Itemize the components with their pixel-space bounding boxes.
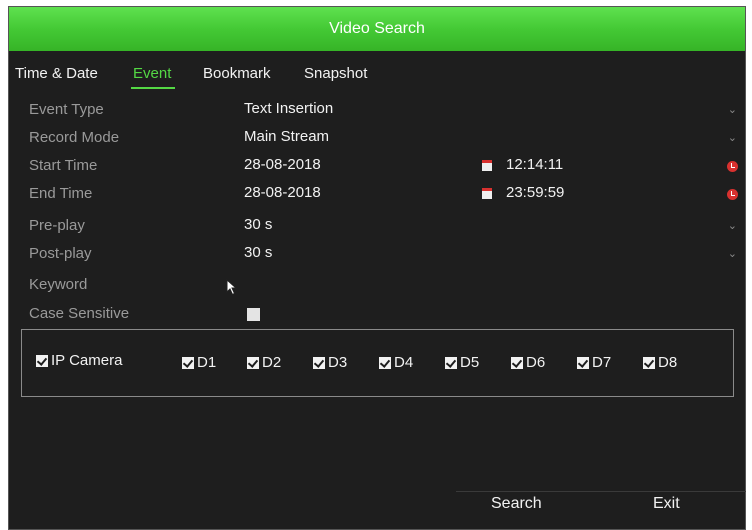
tab-bar: Time & Date Event Bookmark Snapshot — [9, 51, 745, 93]
chevron-down-icon[interactable]: ⌄ — [728, 103, 737, 116]
exit-button[interactable]: Exit — [653, 495, 680, 513]
keyword-row: Keyword — [9, 272, 745, 300]
end-date-field[interactable]: 28-08-2018 — [244, 184, 321, 201]
camera-checkbox-d8[interactable]: D8 — [643, 354, 677, 371]
camera-label: D7 — [592, 354, 612, 371]
checkbox-checked-icon — [511, 356, 523, 369]
camera-checkbox-d4[interactable]: D4 — [379, 354, 413, 371]
event-type-label: Event Type — [29, 101, 104, 118]
end-time-row: End Time 28-08-2018 23:59:59 — [9, 181, 745, 209]
camera-label: D3 — [328, 354, 348, 371]
keyword-label: Keyword — [29, 276, 88, 293]
camera-checkbox-d6[interactable]: D6 — [511, 354, 545, 371]
post-play-select[interactable]: 30 s — [244, 244, 272, 261]
camera-label: D8 — [658, 354, 678, 371]
checkbox-checked-icon — [379, 356, 391, 369]
tab-bookmark[interactable]: Bookmark — [203, 65, 271, 82]
tab-event[interactable]: Event — [130, 65, 176, 89]
mouse-pointer-icon — [226, 279, 238, 296]
camera-selection-group: IP Camera D1 D2 D3 D4 D5 D6 D7 D8 — [21, 329, 734, 397]
post-play-row[interactable]: Post-play 30 s ⌄ — [9, 241, 745, 269]
checkbox-checked-icon — [313, 356, 325, 369]
event-type-select[interactable]: Text Insertion — [244, 100, 333, 117]
ip-camera-label: IP Camera — [51, 352, 123, 369]
record-mode-label: Record Mode — [29, 129, 120, 146]
checkbox-checked-icon — [643, 356, 655, 369]
start-time-label: Start Time — [29, 157, 98, 174]
camera-label: D6 — [526, 354, 546, 371]
clock-icon[interactable] — [727, 189, 738, 200]
start-time-row: Start Time 28-08-2018 12:14:11 — [9, 153, 745, 181]
camera-label: D2 — [262, 354, 282, 371]
camera-checkbox-d5[interactable]: D5 — [445, 354, 479, 371]
tab-snapshot[interactable]: Snapshot — [304, 65, 367, 82]
chevron-down-icon[interactable]: ⌄ — [728, 219, 737, 232]
window-title: Video Search — [329, 20, 425, 37]
camera-label: D4 — [394, 354, 414, 371]
ip-camera-checkbox[interactable]: IP Camera — [36, 352, 122, 369]
pre-play-select[interactable]: 30 s — [244, 216, 272, 233]
case-sensitive-label: Case Sensitive — [29, 305, 130, 322]
start-date-field[interactable]: 28-08-2018 — [244, 156, 321, 173]
case-sensitive-checkbox[interactable] — [247, 308, 260, 321]
calendar-icon[interactable] — [482, 160, 492, 171]
keyword-input[interactable] — [244, 275, 464, 295]
tab-time-and-date[interactable]: Time & Date — [15, 65, 98, 82]
camera-checkbox-d3[interactable]: D3 — [313, 354, 347, 371]
camera-checkbox-d2[interactable]: D2 — [247, 354, 281, 371]
event-type-row[interactable]: Event Type Text Insertion ⌄ — [9, 97, 745, 125]
record-mode-row[interactable]: Record Mode Main Stream ⌄ — [9, 125, 745, 153]
post-play-label: Post-play — [29, 245, 92, 262]
calendar-icon[interactable] — [482, 188, 492, 199]
pre-play-label: Pre-play — [29, 217, 85, 234]
video-search-window: Video Search Time & Date Event Bookmark … — [8, 6, 746, 530]
pre-play-row[interactable]: Pre-play 30 s ⌄ — [9, 213, 745, 241]
checkbox-checked-icon — [36, 354, 48, 367]
checkbox-checked-icon — [182, 356, 194, 369]
search-button[interactable]: Search — [491, 495, 542, 513]
end-time-field[interactable]: 23:59:59 — [506, 184, 564, 201]
chevron-down-icon[interactable]: ⌄ — [728, 247, 737, 260]
clock-icon[interactable] — [727, 161, 738, 172]
record-mode-select[interactable]: Main Stream — [244, 128, 329, 145]
camera-checkbox-d7[interactable]: D7 — [577, 354, 611, 371]
chevron-down-icon[interactable]: ⌄ — [728, 131, 737, 144]
title-bar: Video Search — [9, 7, 745, 51]
end-time-label: End Time — [29, 185, 93, 202]
camera-label: D1 — [197, 354, 217, 371]
footer-divider — [456, 491, 746, 492]
camera-checkbox-d1[interactable]: D1 — [182, 354, 216, 371]
checkbox-checked-icon — [577, 356, 589, 369]
start-time-field[interactable]: 12:14:11 — [506, 156, 563, 173]
case-sensitive-row: Case Sensitive — [9, 301, 745, 329]
camera-label: D5 — [460, 354, 480, 371]
checkbox-checked-icon — [445, 356, 457, 369]
checkbox-checked-icon — [247, 356, 259, 369]
